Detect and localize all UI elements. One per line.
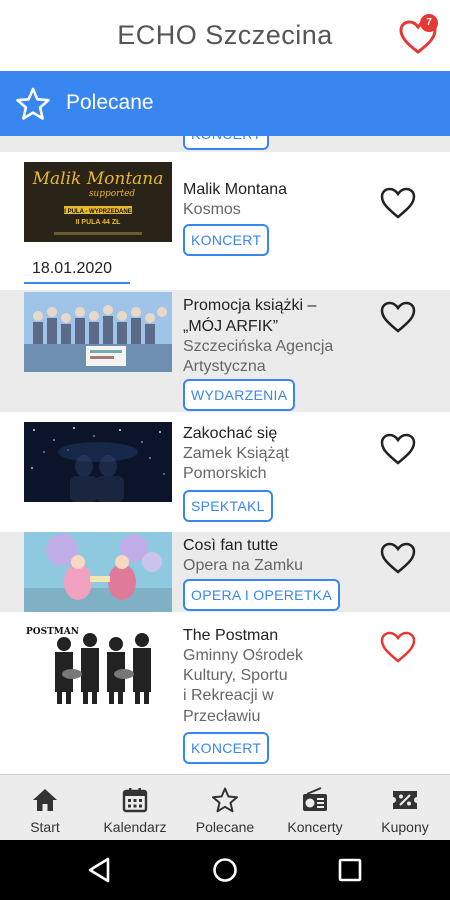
nav-start[interactable]: Start [0, 775, 90, 841]
svg-text:I PULA - WYPRZEDANE: I PULA - WYPRZEDANE [64, 209, 131, 215]
home-icon [33, 789, 57, 811]
event-feed[interactable]: KONCERT Malik Montana supported I PULA -… [0, 136, 450, 774]
event-title-line2: „MÓJ ARFIK” [183, 318, 279, 335]
event-thumbnail [24, 532, 172, 612]
list-item[interactable]: Malik Montana supported I PULA - WYPRZED… [0, 152, 450, 256]
event-title: Malik Montana [183, 181, 288, 198]
category-tag[interactable]: OPERA I OPERETKA [183, 579, 340, 611]
nav-label: Kupony [381, 819, 429, 835]
radio-icon [303, 787, 327, 811]
list-item-partial[interactable]: KONCERT [0, 136, 450, 152]
favorite-heart-icon-active[interactable] [380, 630, 416, 664]
favorite-heart-icon[interactable] [380, 300, 416, 334]
event-venue-line4: Przecławiu [183, 708, 261, 725]
section-title: Polecane [66, 91, 154, 114]
event-venue: Zamek Książąt [183, 445, 289, 462]
favorite-heart-icon[interactable] [380, 432, 416, 466]
category-tag[interactable]: KONCERT [183, 732, 270, 764]
list-item[interactable]: Promocja książki – „MÓJ ARFIK” Szczecińs… [0, 290, 450, 412]
nav-polecane[interactable]: Polecane [180, 775, 270, 841]
event-venue: Kosmos [183, 201, 241, 218]
bottom-navigation: Start Kalendarz Polecane Koncerty Kupony [0, 774, 450, 840]
back-icon[interactable] [86, 856, 114, 884]
star-icon [212, 787, 238, 813]
event-thumbnail [24, 292, 172, 372]
favorite-heart-icon[interactable] [380, 541, 416, 575]
svg-text:II PULA 44 ZŁ: II PULA 44 ZŁ [76, 219, 122, 226]
coupon-icon [393, 791, 417, 809]
event-venue-line2: Pomorskich [183, 465, 267, 482]
favorite-heart-icon[interactable] [380, 186, 416, 220]
home-circle-icon[interactable] [211, 856, 239, 884]
category-tag[interactable]: SPEKTAKL [183, 490, 273, 522]
date-group-label: 18.01.2020 [32, 260, 113, 277]
event-thumbnail [24, 422, 172, 502]
category-tag[interactable]: KONCERT [183, 136, 270, 150]
event-venue: Opera na Zamku [183, 557, 304, 574]
list-item[interactable]: POSTMAN The Postman Gminny Ośrodek Kultu… [0, 616, 450, 774]
event-venue-line2: Kultury, Sportu [183, 667, 288, 684]
app-title: ECHO Szczecina [117, 20, 333, 50]
system-navigation-bar [0, 840, 450, 900]
event-title: Così fan tutte [183, 537, 279, 554]
poster-title-text: Malik Montana [32, 169, 164, 189]
event-venue: Gminny Ośrodek [183, 647, 304, 664]
nav-label: Start [30, 819, 60, 835]
event-title: The Postman [183, 627, 279, 644]
event-thumbnail: Malik Montana supported I PULA - WYPRZED… [24, 162, 172, 242]
section-header: Polecane [0, 71, 450, 136]
event-thumbnail: POSTMAN [24, 622, 172, 706]
event-venue: Szczecińska Agencja [183, 338, 334, 355]
category-tag[interactable]: WYDARZENIA [183, 379, 296, 411]
nav-kalendarz[interactable]: Kalendarz [90, 775, 180, 841]
app-bar: ECHO Szczecina 7 [0, 0, 450, 72]
event-title: Promocja książki – [183, 297, 317, 314]
date-underline [24, 282, 130, 284]
recents-icon[interactable] [336, 856, 364, 884]
event-venue-line3: i Rekreacji w [183, 687, 274, 704]
nav-label: Polecane [195, 819, 255, 835]
nav-label: Kalendarz [103, 819, 167, 835]
calendar-icon [122, 788, 148, 813]
event-title: Zakochać się [183, 425, 278, 442]
nav-label: Koncerty [287, 819, 343, 835]
favorites-count-badge: 7 [420, 14, 438, 32]
event-venue-line2: Artystyczna [183, 358, 266, 375]
svg-text:supported: supported [89, 189, 136, 199]
category-tag[interactable]: KONCERT [183, 224, 270, 256]
star-icon [16, 87, 50, 120]
nav-kupony[interactable]: Kupony [360, 775, 450, 841]
svg-text:POSTMAN: POSTMAN [26, 627, 79, 637]
nav-koncerty[interactable]: Koncerty [270, 775, 360, 841]
